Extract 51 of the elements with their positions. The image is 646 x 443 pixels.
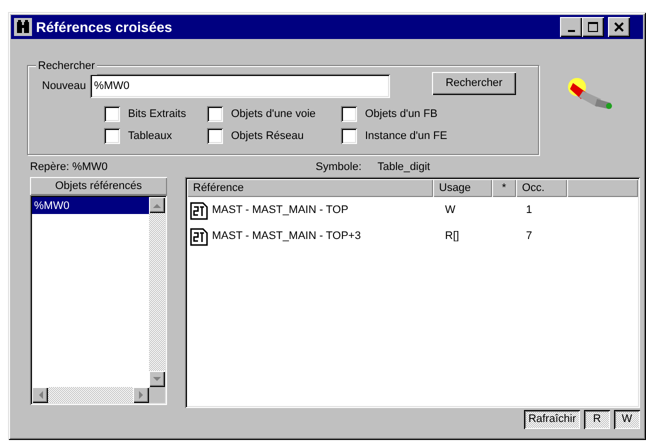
marker-label: Repère: %MW0 <box>30 160 108 175</box>
document-icon <box>190 202 208 220</box>
close-button[interactable] <box>608 17 630 37</box>
filter-checkbox[interactable]: Instance d'un FE <box>341 128 528 144</box>
left-arrow-icon <box>38 391 42 399</box>
toggle-button[interactable]: Rafraîchir <box>524 410 580 429</box>
window-title: Références croisées <box>36 18 174 36</box>
table-cell-text: R[] <box>444 229 460 244</box>
search-button[interactable]: Rechercher <box>432 72 516 94</box>
column-header[interactable]: Référence <box>187 179 433 197</box>
filter-checkbox[interactable]: Objets Réseau <box>207 128 341 144</box>
toggle-button[interactable]: R <box>584 410 610 429</box>
down-arrow-icon <box>153 376 161 382</box>
toggle-button[interactable]: W <box>614 410 640 429</box>
filter-checkbox[interactable]: Tableaux <box>104 128 207 144</box>
column-header[interactable]: * <box>492 179 516 197</box>
maximize-icon <box>588 22 598 32</box>
table-cell-text: MAST - MAST_MAIN - TOP <box>212 203 348 218</box>
column-header-filler <box>567 179 638 197</box>
filter-checkbox[interactable]: Objets d'une voie <box>207 106 341 122</box>
scroll-up-button[interactable] <box>149 197 165 213</box>
table-cell-text: W <box>444 203 456 218</box>
binoculars-icon <box>14 18 32 36</box>
vertical-scrollbar[interactable] <box>149 197 165 387</box>
column-header[interactable]: Usage <box>433 179 492 197</box>
symbol-value: Table_digit <box>378 160 430 175</box>
minimize-icon <box>568 30 574 32</box>
search-field[interactable]: %MW0 <box>90 74 390 98</box>
minimize-button[interactable] <box>560 17 582 37</box>
panel-header: Objets référencés <box>30 177 167 195</box>
table-cell-text: 7 <box>525 229 532 244</box>
group-label: Rechercher <box>36 58 97 74</box>
scroll-down-button[interactable] <box>149 371 165 387</box>
list-item[interactable]: %MW0 <box>32 197 149 214</box>
field-label: Nouveau <box>42 78 86 94</box>
symbol-label: Symbole: <box>316 160 362 175</box>
right-arrow-icon <box>138 391 144 399</box>
filter-checkbox[interactable]: Bits Extraits <box>104 106 207 122</box>
document-icon <box>190 228 208 246</box>
table-cell-text: 1 <box>525 203 532 218</box>
up-arrow-icon <box>153 202 161 208</box>
table-cell-text: MAST - MAST_MAIN - TOP+3 <box>212 229 361 244</box>
close-icon <box>614 22 624 32</box>
scroll-right-button[interactable] <box>133 387 149 403</box>
maximize-button[interactable] <box>582 17 604 37</box>
scrollbar-corner <box>149 387 165 403</box>
column-header[interactable]: Occ. <box>516 179 567 197</box>
horizontal-scrollbar[interactable] <box>32 387 149 403</box>
filter-checkbox[interactable]: Objets d'un FB <box>341 106 528 122</box>
scroll-left-button[interactable] <box>32 387 48 403</box>
probe-icon <box>567 77 613 111</box>
